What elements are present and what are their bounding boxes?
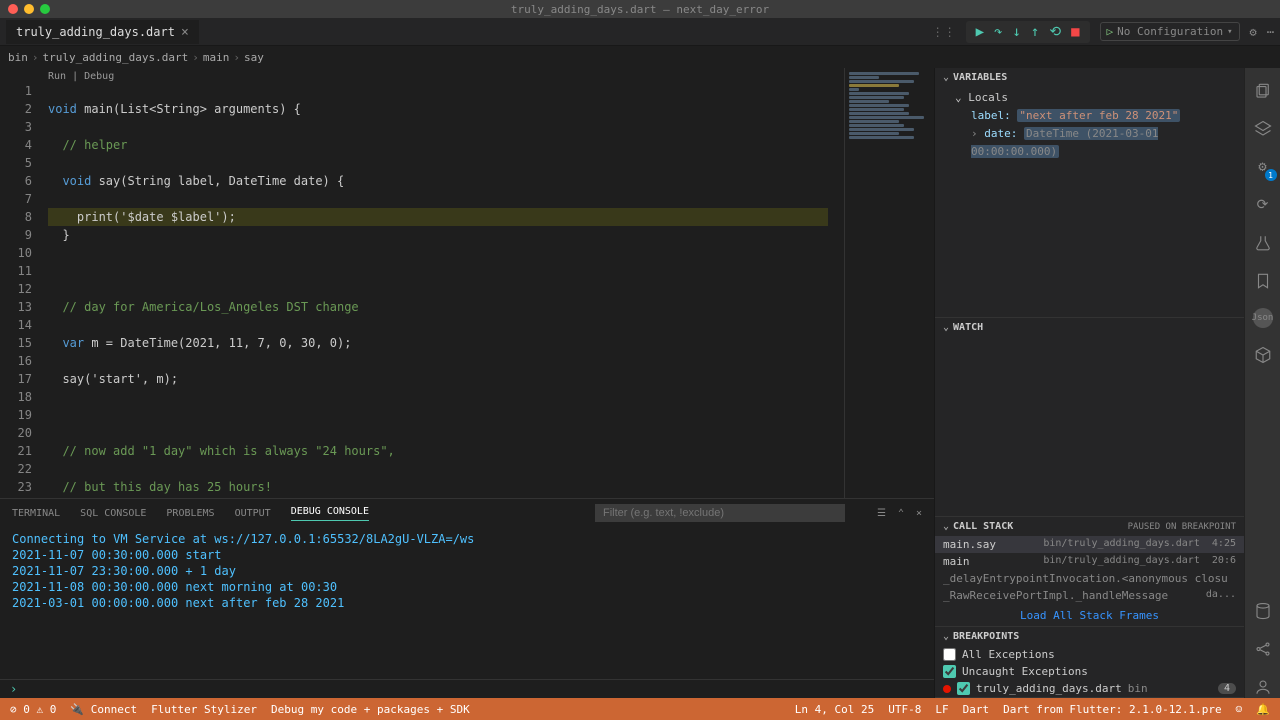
gear-icon[interactable]: ⚙	[1250, 25, 1257, 39]
bp-uncaught-exceptions[interactable]: Uncaught Exceptions	[935, 663, 1244, 680]
continue-icon[interactable]: ▶	[976, 24, 984, 40]
locals-scope[interactable]: ⌄ Locals	[955, 89, 1236, 107]
filter-input[interactable]	[595, 504, 845, 522]
account-icon[interactable]	[1252, 676, 1274, 698]
step-into-icon[interactable]: ↓	[1012, 24, 1020, 40]
activity-bar-right: ⚙ ⟳ Json	[1244, 68, 1280, 698]
gear-icon[interactable]: ⚙	[1252, 156, 1274, 178]
stack-frame[interactable]: main.saybin/truly_adding_days.dart 4:25	[935, 536, 1244, 553]
bell-icon[interactable]: 🔔	[1256, 703, 1270, 716]
stop-icon[interactable]: ■	[1071, 24, 1079, 40]
watch-header[interactable]: ⌄WATCH	[935, 318, 1244, 337]
debug-console-output[interactable]: Connecting to VM Service at ws://127.0.0…	[0, 527, 934, 679]
layers-icon[interactable]	[1252, 118, 1274, 140]
status-bar: ⊘ 0 ⚠ 0 🔌 Connect Flutter Stylizer Debug…	[0, 698, 1280, 720]
status-cursor[interactable]: Ln 4, Col 25	[795, 703, 874, 716]
editor-toolbar: truly_adding_days.dart × ⋮⋮ ▶ ↷ ↓ ↑ ⟲ ■ …	[0, 18, 1280, 46]
breadcrumb[interactable]: bin› truly_adding_days.dart› main› say	[0, 46, 1280, 68]
debug-sidebar: ⌄VARIABLES ⌄ Locals label: "next after f…	[934, 68, 1244, 698]
bookmark-icon[interactable]	[1252, 270, 1274, 292]
line-gutter: 1234567891011121314151617181920212223242…	[0, 68, 40, 498]
variables-header[interactable]: ⌄VARIABLES	[935, 68, 1244, 87]
debug-controls: ▶ ↷ ↓ ↑ ⟲ ■	[966, 21, 1090, 43]
close-panel-icon[interactable]: ×	[916, 508, 922, 519]
more-icon[interactable]: ⋯	[1267, 25, 1274, 39]
tab-problems[interactable]: PROBLEMS	[166, 508, 214, 519]
refresh-icon[interactable]: ⟳	[1252, 194, 1274, 216]
maximize-window-icon[interactable]	[40, 4, 50, 14]
status-sdk[interactable]: Dart from Flutter: 2.1.0-12.1.pre	[1003, 703, 1222, 716]
close-icon[interactable]: ×	[181, 25, 189, 40]
clear-console-icon[interactable]: ☰	[877, 508, 886, 519]
beaker-icon[interactable]	[1252, 232, 1274, 254]
load-all-frames-link[interactable]: Load All Stack Frames	[1020, 609, 1159, 622]
execution-line: print('$date $label');	[48, 208, 828, 226]
minimap[interactable]	[844, 68, 934, 498]
tab-debugconsole[interactable]: DEBUG CONSOLE	[291, 506, 369, 521]
collapse-icon[interactable]: ⌃	[898, 508, 904, 519]
code-editor[interactable]: 1234567891011121314151617181920212223242…	[0, 68, 934, 498]
variable-row[interactable]: label: "next after feb 28 2021"	[955, 107, 1236, 125]
drag-handle-icon[interactable]: ⋮⋮	[932, 25, 956, 39]
bottom-panel: TERMINAL SQL CONSOLE PROBLEMS OUTPUT DEB…	[0, 498, 934, 698]
step-out-icon[interactable]: ↑	[1031, 24, 1039, 40]
stack-frame[interactable]: mainbin/truly_adding_days.dart 20:6	[935, 553, 1244, 570]
callstack-header[interactable]: ⌄CALL STACK PAUSED ON BREAKPOINT	[935, 517, 1244, 536]
status-connect[interactable]: 🔌 Connect	[70, 703, 137, 716]
restart-icon[interactable]: ⟲	[1049, 24, 1061, 40]
status-lang[interactable]: Dart	[963, 703, 990, 716]
code-lens[interactable]: Run | Debug	[48, 68, 114, 86]
tab-filename: truly_adding_days.dart	[16, 25, 175, 39]
feedback-icon[interactable]: ☺	[1236, 703, 1243, 716]
window-title: truly_adding_days.dart — next_day_error	[511, 3, 769, 16]
database-icon[interactable]	[1252, 600, 1274, 622]
step-over-icon[interactable]: ↷	[994, 24, 1002, 40]
stack-frame[interactable]: _delayEntrypointInvocation.<anonymous cl…	[935, 570, 1244, 587]
variable-row[interactable]: › date: DateTime (2021-03-01 00:00:00.00…	[955, 125, 1236, 161]
editor-tab[interactable]: truly_adding_days.dart ×	[6, 20, 199, 44]
status-debug-scope[interactable]: Debug my code + packages + SDK	[271, 703, 470, 716]
files-icon[interactable]	[1252, 80, 1274, 102]
tab-terminal[interactable]: TERMINAL	[12, 508, 60, 519]
cube-icon[interactable]	[1252, 344, 1274, 366]
chevron-down-icon: ▾	[1227, 27, 1232, 37]
status-errors[interactable]: ⊘ 0 ⚠ 0	[10, 703, 56, 716]
share-icon[interactable]	[1252, 638, 1274, 660]
minimize-window-icon[interactable]	[24, 4, 34, 14]
status-stylizer[interactable]: Flutter Stylizer	[151, 703, 257, 716]
tab-sqlconsole[interactable]: SQL CONSOLE	[80, 508, 146, 519]
status-encoding[interactable]: UTF-8	[888, 703, 921, 716]
macos-titlebar: truly_adding_days.dart — next_day_error	[0, 0, 1280, 18]
stack-frame[interactable]: _RawReceivePortImpl._handleMessageda...	[935, 587, 1244, 604]
run-configuration[interactable]: ▷ No Configuration ▾	[1100, 22, 1240, 41]
breakpoints-header[interactable]: ⌄BREAKPOINTS	[935, 627, 1244, 646]
json-icon[interactable]: Json	[1253, 308, 1273, 328]
bp-file[interactable]: truly_adding_days.dart bin 4	[935, 680, 1244, 697]
bp-all-exceptions[interactable]: All Exceptions	[935, 646, 1244, 663]
tab-output[interactable]: OUTPUT	[235, 508, 271, 519]
status-eol[interactable]: LF	[935, 703, 948, 716]
close-window-icon[interactable]	[8, 4, 18, 14]
